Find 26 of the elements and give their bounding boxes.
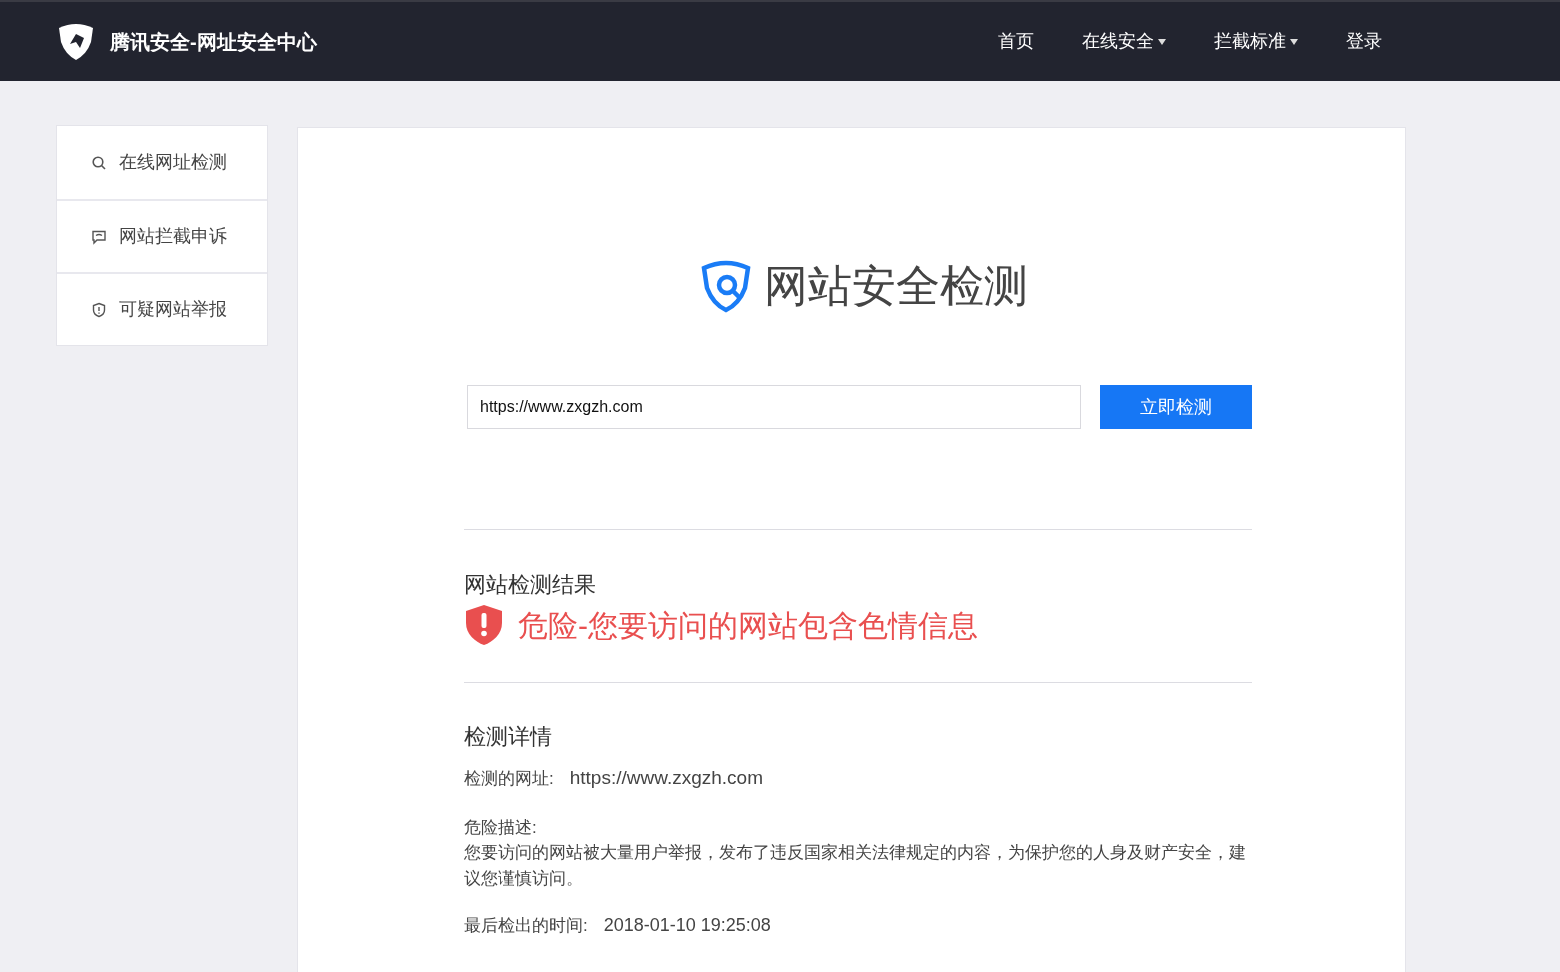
detected-time: 2018-01-10 19:25:08	[603, 914, 771, 937]
url-label: 检测的网址:	[464, 767, 554, 790]
logo-icon	[56, 21, 96, 62]
nav-link[interactable]: 登录	[1346, 28, 1382, 55]
sidebar-item[interactable]: 在线网址检测	[57, 126, 267, 199]
caret-icon	[1158, 38, 1166, 45]
nav-link[interactable]: 首页	[998, 28, 1034, 55]
page-title: 网站安全检测	[764, 264, 1028, 308]
time-label: 最后检出的时间:	[464, 914, 588, 937]
sidebar-item[interactable]: 网站拦截申诉	[57, 199, 267, 272]
url-input-field[interactable]: https://www.zxgzh.com	[467, 385, 1081, 429]
description-label: 危险描述:	[464, 816, 538, 839]
checked-url: https://www.zxgzh.com	[569, 766, 763, 790]
sidebar-item[interactable]: 可疑网站举报	[57, 272, 267, 345]
shield-icon	[91, 301, 107, 318]
result-heading: 网站检测结果	[464, 571, 597, 599]
speech-bubble-icon	[91, 228, 107, 245]
nav-link[interactable]: 在线安全	[1082, 28, 1166, 55]
site-title: 腾讯安全-网址安全中心	[110, 29, 317, 55]
details-heading: 检测详情	[464, 722, 553, 750]
nav-link[interactable]: 拦截标准	[1214, 28, 1298, 55]
check-button[interactable]: 立即检测	[1100, 385, 1252, 429]
caret-icon	[1290, 38, 1298, 45]
description-text: 您要访问的网站被大量用户举报，发布了违反国家相关法律规定的内容，为保护您的人身及财产安全，建议您谨慎访问。	[464, 842, 1246, 890]
search-icon	[91, 154, 107, 171]
result-message: 危险-您要访问的网站包含色情信息	[518, 607, 978, 644]
